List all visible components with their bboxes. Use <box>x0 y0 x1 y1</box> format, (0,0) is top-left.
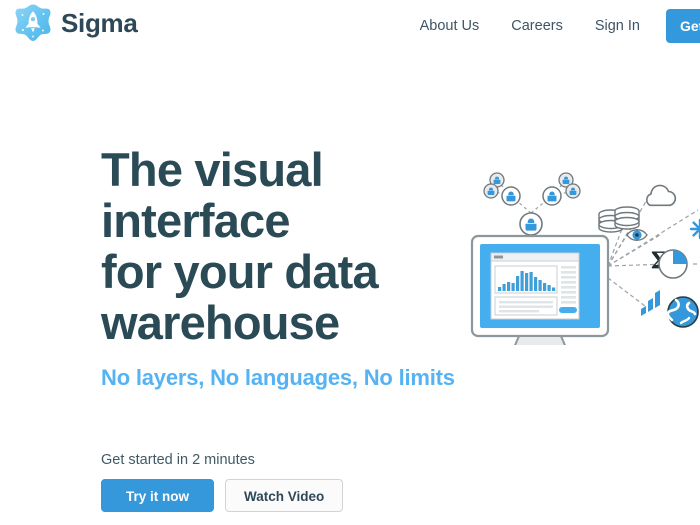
cta-button-row: Try it now Watch Video <box>101 479 344 512</box>
page-title: The visual interface for your data wareh… <box>101 144 481 348</box>
hero-title-line-1: The visual <box>101 143 324 196</box>
cta-block: Get started in 2 minutes Try it now Watc… <box>101 452 344 512</box>
desktop-monitor-dashboard-icon <box>470 234 610 345</box>
nav-link-careers[interactable]: Careers <box>495 0 579 52</box>
hero-copy: The visual interface for your data wareh… <box>101 144 481 392</box>
hero-section: The visual interface for your data wareh… <box>0 52 700 525</box>
pie-chart-icon <box>658 249 688 279</box>
main-nav: About Us Careers Sign In Get Started <box>404 0 700 52</box>
eye-icon <box>626 229 648 241</box>
globe-icon <box>666 296 699 328</box>
get-started-button[interactable]: Get Started <box>666 9 700 43</box>
data-warehouse-illustration: Σ <box>455 140 700 345</box>
bar-chart-icon <box>641 290 660 316</box>
nav-link-about-us[interactable]: About Us <box>404 0 496 52</box>
brand-name: Sigma <box>61 8 138 38</box>
user-network-tree-icon <box>483 172 581 236</box>
landing-page: Sigma About Us Careers Sign In Get Start… <box>0 0 700 525</box>
database-stack-icon <box>598 206 640 233</box>
cta-kicker-text: Get started in 2 minutes <box>101 452 255 468</box>
brand-logo-link[interactable]: Sigma <box>14 3 138 43</box>
try-it-now-button[interactable]: Try it now <box>101 479 214 512</box>
hero-subtitle: No layers, No languages, No limits <box>101 365 455 390</box>
watch-video-button[interactable]: Watch Video <box>225 479 344 512</box>
snowflake-icon <box>689 218 700 240</box>
rocket-blob-icon <box>14 3 52 43</box>
hero-title-line-3: for your data <box>101 245 379 298</box>
hero-title-line-2: interface <box>101 194 291 247</box>
cloud-icon <box>646 184 677 207</box>
site-header: Sigma About Us Careers Sign In Get Start… <box>0 0 700 52</box>
hero-title-line-4: warehouse <box>101 296 340 349</box>
nav-link-sign-in[interactable]: Sign In <box>579 0 656 52</box>
